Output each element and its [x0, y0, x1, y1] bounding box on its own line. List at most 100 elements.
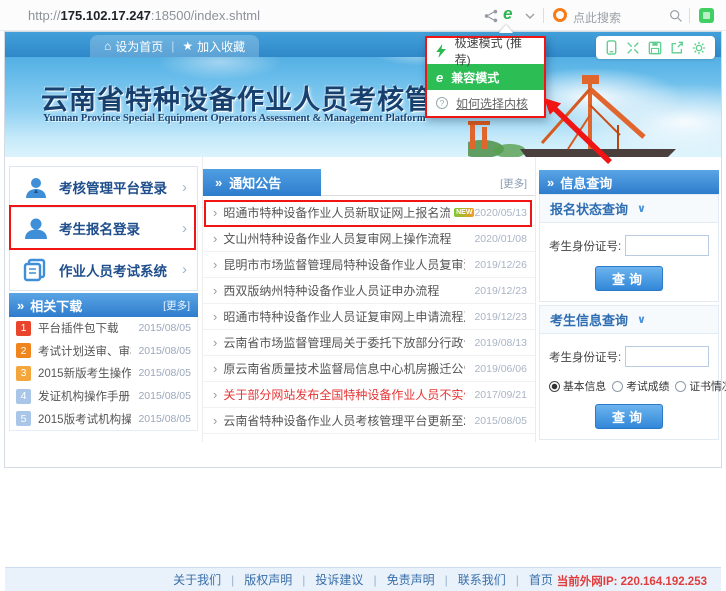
footer-link-home[interactable]: 首页: [529, 571, 553, 588]
download-item[interactable]: 4发证机构操作手册2015/08/05: [10, 385, 197, 408]
chevron-down-icon[interactable]: [525, 13, 535, 19]
sidebar-item-manager-login[interactable]: 考核管理平台登录 ›: [10, 167, 197, 208]
sidebar-item-candidate-login[interactable]: 考生报名登录 ›: [10, 208, 197, 249]
webpage: ⌂设为首页 | ★加入收藏 云南省特种设备作业人员考核管理平台 Yunnan P…: [4, 31, 722, 468]
notice-row[interactable]: ›昭通市特种设备作业人员新取证网上报名流程NEW2020/05/13: [203, 200, 535, 226]
footer-link-complaint[interactable]: 投诉建议: [315, 571, 363, 588]
notice-link[interactable]: 昭通市特种设备作业人员新取证网上报名流程: [223, 204, 450, 221]
download-item[interactable]: 2考试计划送审、审核 ...2015/08/05: [10, 340, 197, 363]
candidate-info-section: 考生信息查询 ∨ 考生身份证号: 基本信息 考试成绩 证书情况 查询: [539, 305, 719, 440]
menu-item-speed-mode[interactable]: 极速模式 (推荐): [427, 38, 544, 64]
notice-link[interactable]: 昭通市特种设备作业人员证复审网上申请流程及相...: [223, 308, 465, 325]
radio-icon: [612, 381, 623, 392]
add-favorite-link[interactable]: ★加入收藏: [182, 38, 245, 55]
notice-row[interactable]: ›昆明市市场监督管理局特种设备作业人员复审流程...2019/12/26: [203, 252, 535, 278]
download-link[interactable]: 平台插件包下载: [38, 320, 131, 336]
registration-status-toggle[interactable]: 报名状态查询 ∨: [540, 195, 718, 223]
mobile-icon[interactable]: [605, 40, 618, 55]
chevron-right-icon: ›: [213, 387, 217, 402]
footer-link-contact[interactable]: 联系我们: [458, 571, 506, 588]
footer-divider: |: [373, 573, 376, 587]
notice-row[interactable]: ›关于部分网站发布全国特种设备作业人员不实信息...2017/09/21: [203, 382, 535, 408]
search-box[interactable]: 点此搜索: [573, 9, 621, 26]
footer-link-copyright[interactable]: 版权声明: [244, 571, 292, 588]
login-item-label: 考生报名登录: [59, 218, 172, 238]
notice-row[interactable]: ›原云南省质量技术监督局信息中心机房搬迁公告2019/06/06: [203, 356, 535, 382]
menu-item-kernel-help[interactable]: ? 如何选择内核: [427, 90, 544, 116]
download-item[interactable]: 32015新版考生操作...2015/08/05: [10, 362, 197, 385]
chevron-right-icon: ›: [182, 261, 187, 278]
magnifier-icon[interactable]: [669, 9, 683, 23]
candidate-user-icon: [23, 216, 49, 240]
download-link[interactable]: 2015新版考生操作...: [38, 365, 131, 381]
star-icon: ★: [182, 39, 193, 53]
notice-date: 2019/12/23: [474, 311, 527, 323]
notice-link[interactable]: 文山州特种设备作业人员复审网上操作流程: [223, 230, 451, 247]
query-button[interactable]: 查询: [595, 404, 663, 429]
dropdown-notch: [499, 25, 513, 33]
address-bar[interactable]: http://175.102.17.247:18500/index.shtml: [28, 8, 260, 23]
download-link[interactable]: 发证机构操作手册: [38, 388, 131, 404]
chevron-right-icon: ›: [182, 220, 187, 237]
notice-row[interactable]: ›昭通市特种设备作业人员证复审网上申请流程及相...2019/12/23: [203, 304, 535, 330]
download-link[interactable]: 考试计划送审、审核 ...: [38, 343, 131, 359]
id-number-input[interactable]: [625, 235, 709, 256]
radio-certificate[interactable]: 证书情况: [675, 378, 726, 394]
notices-list: ›昭通市特种设备作业人员新取证网上报名流程NEW2020/05/13 ›文山州特…: [203, 200, 535, 434]
candidate-info-toggle[interactable]: 考生信息查询 ∨: [540, 306, 718, 334]
radio-exam-score[interactable]: 考试成绩: [612, 378, 669, 394]
chevron-right-icon: ›: [213, 413, 217, 428]
notice-date: 2019/08/13: [474, 337, 527, 349]
fullscreen-icon[interactable]: [626, 41, 640, 55]
download-date: 2015/08/05: [138, 367, 191, 379]
downloads-header: » 相关下载 [更多]: [9, 293, 198, 317]
section-title: 考生信息查询: [550, 310, 628, 329]
chevron-right-icon: ›: [213, 335, 217, 350]
chevron-right-icon: ›: [213, 283, 217, 298]
share-icon[interactable]: [484, 9, 498, 23]
footer-link-disclaimer[interactable]: 免责声明: [387, 571, 435, 588]
share-icon[interactable]: [670, 41, 684, 55]
notices-more-link[interactable]: [更多]: [500, 176, 527, 191]
notice-row[interactable]: ›西双版纳州特种设备作业人员证申办流程2019/12/23: [203, 278, 535, 304]
section-title: 报名状态查询: [550, 199, 628, 218]
download-date: 2015/08/05: [138, 322, 191, 334]
id-number-input[interactable]: [625, 346, 709, 367]
query-button[interactable]: 查询: [595, 266, 663, 291]
browser-logo-icon[interactable]: [553, 8, 567, 22]
notice-link[interactable]: 昆明市市场监督管理局特种设备作业人员复审流程...: [223, 256, 465, 273]
radio-icon: [675, 381, 686, 392]
radio-icon: [549, 381, 560, 392]
settings-icon[interactable]: [692, 41, 706, 55]
notice-link[interactable]: 云南省特种设备作业人员考核管理平台更新至20...: [223, 412, 465, 429]
radio-basic-info[interactable]: 基本信息: [549, 378, 606, 394]
notice-row[interactable]: › 云南省市场监督管理局关于委托下放部分行政许可... 2019/08/13: [203, 330, 535, 356]
green-app-icon[interactable]: [699, 8, 714, 23]
download-item[interactable]: 1平台插件包下载2015/08/05: [10, 317, 197, 340]
download-link[interactable]: 2015版考试机构操...: [38, 411, 131, 427]
download-item[interactable]: 52015版考试机构操...2015/08/05: [10, 407, 197, 430]
compat-mode-e-icon[interactable]: e: [503, 4, 512, 24]
notice-link[interactable]: 原云南省质量技术监督局信息中心机房搬迁公告: [223, 360, 465, 377]
save-icon[interactable]: [648, 41, 662, 55]
tab-notices[interactable]: » 通知公告: [203, 169, 321, 196]
downloads-more-link[interactable]: [更多]: [163, 298, 190, 313]
footer-link-about[interactable]: 关于我们: [173, 571, 221, 588]
notice-row[interactable]: ›云南省特种设备作业人员考核管理平台更新至20...2015/08/05: [203, 408, 535, 434]
chevron-right-icon: ›: [213, 361, 217, 376]
browser-mode-dropdown: 极速模式 (推荐) e 兼容模式 ? 如何选择内核: [425, 36, 546, 118]
notice-link[interactable]: 关于部分网站发布全国特种设备作业人员不实信息...: [223, 386, 465, 403]
chevron-right-icon: ›: [213, 257, 217, 272]
toolbar-divider: [689, 8, 690, 23]
notices-header: » 通知公告 [更多]: [203, 169, 535, 196]
notice-link[interactable]: 西双版纳州特种设备作业人员证申办流程: [223, 282, 439, 299]
chevron-down-icon: ∨: [637, 313, 646, 326]
sidebar-item-exam-system[interactable]: 作业人员考试系统 ›: [10, 249, 197, 290]
downloads-title: 相关下载: [30, 296, 82, 315]
chevron-right-icon: ›: [182, 179, 187, 196]
notice-row[interactable]: ›文山州特种设备作业人员复审网上操作流程2020/01/08: [203, 226, 535, 252]
query-title: 信息查询: [560, 173, 612, 192]
manager-user-icon: [23, 175, 49, 199]
set-home-link[interactable]: ⌂设为首页: [104, 38, 163, 55]
notice-link[interactable]: 云南省市场监督管理局关于委托下放部分行政许可...: [223, 334, 465, 351]
